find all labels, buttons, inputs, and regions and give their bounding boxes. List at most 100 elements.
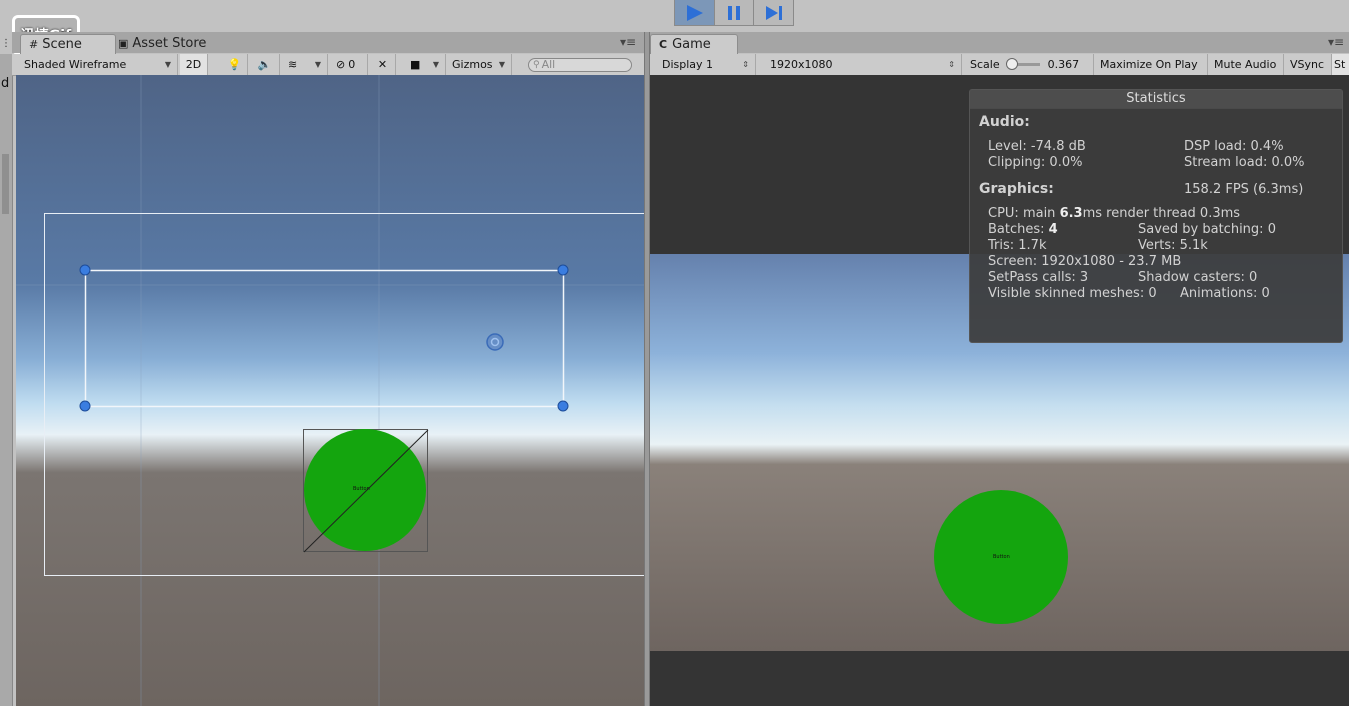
audio-clipping: Clipping: 0.0% (988, 155, 1083, 170)
eye-slash-icon: ⊘ (336, 58, 346, 71)
batches-line: Batches: 4 (988, 222, 1058, 237)
maximize-on-play-toggle[interactable]: Maximize On Play (1094, 54, 1208, 75)
play-button[interactable] (675, 0, 715, 25)
pacman-icon: C (659, 38, 668, 51)
mute-label: Mute Audio (1214, 58, 1277, 71)
cpu-main-value: 6.3 (1059, 206, 1083, 221)
game-tab-bar: C Game ▾≡ (650, 32, 1349, 54)
resolution-dropdown[interactable]: 1920x1080 ⇕ (764, 54, 962, 75)
hidden-objects-toggle[interactable]: ⊘ 0 (330, 54, 368, 75)
effects-dropdown[interactable]: ≋ ▼ (282, 54, 328, 75)
chevron-down-icon: ▼ (314, 60, 321, 69)
shading-mode-dropdown[interactable]: Shaded Wireframe ▼ (18, 54, 178, 75)
verts-count: Verts: 5.1k (1138, 238, 1208, 253)
gizmos-dropdown[interactable]: Gizmos ▼ (446, 54, 512, 75)
lightbulb-icon: 💡 (227, 58, 242, 71)
audio-header: Audio: (979, 114, 1030, 130)
pause-icon (728, 5, 740, 20)
hidden-count: 0 (348, 58, 356, 71)
stats-toggle[interactable]: St (1332, 54, 1349, 75)
store-icon: ▣ (118, 37, 129, 50)
camera-icon: ■ (410, 58, 421, 71)
scene-view[interactable]: Button (16, 75, 644, 706)
scene-tab-bar: # Scene ▣ Asset Store ▾≡ (12, 32, 644, 54)
strip-label: d (1, 76, 10, 91)
cpu-suffix: ms render thread 0.3ms (1082, 206, 1241, 221)
animations-count: Animations: 0 (1180, 286, 1270, 301)
updown-icon: ⇕ (948, 60, 955, 69)
maximize-label: Maximize On Play (1100, 58, 1198, 71)
tab-game[interactable]: C Game (650, 34, 738, 54)
search-field[interactable]: ⚲ All (522, 54, 638, 75)
lighting-toggle[interactable]: 💡 (222, 54, 248, 75)
stream-load: Stream load: 0.0% (1184, 155, 1305, 170)
updown-icon: ⇕ (742, 60, 749, 69)
scale-slider[interactable] (1005, 58, 1040, 70)
game-button-text: Button (993, 554, 1010, 560)
2d-label: 2D (185, 58, 202, 71)
chevron-down-icon: ▼ (432, 60, 439, 69)
rect-handle-bottom-left[interactable] (79, 400, 91, 412)
scene-gizmos (16, 75, 644, 706)
strip-menu-label: ⋮ (1, 38, 11, 49)
pivot-icon[interactable] (486, 333, 504, 351)
shadow-casters: Shadow casters: 0 (1138, 270, 1258, 285)
audio-level: Level: -74.8 dB (988, 139, 1086, 154)
scene-pane-menu-icon[interactable]: ▾≡ (620, 35, 636, 49)
batches-prefix: Batches: (988, 222, 1049, 237)
tools-icon: ✕ (377, 58, 388, 71)
tab-scene[interactable]: # Scene (20, 34, 116, 54)
tab-asset-store[interactable]: ▣ Asset Store (110, 34, 214, 53)
layers-icon: ≋ (288, 58, 298, 71)
rect-handle-top-right[interactable] (557, 264, 569, 276)
2d-toggle[interactable]: 2D (180, 54, 208, 75)
display-dropdown[interactable]: Display 1 ⇕ (656, 54, 756, 75)
grid-icon: # (29, 38, 39, 51)
camera-dropdown[interactable]: ■ ▼ (404, 54, 446, 75)
fps-value: 158.2 FPS (6.3ms) (1184, 182, 1304, 197)
setpass-calls: SetPass calls: 3 (988, 270, 1089, 285)
cpu-prefix: CPU: main (988, 206, 1060, 221)
resolution-label: 1920x1080 (770, 58, 833, 71)
pause-button[interactable] (715, 0, 755, 25)
chevron-down-icon: ▼ (498, 60, 505, 69)
speaker-icon: 🔈 (257, 58, 272, 71)
statistics-panel: Statistics Audio: Level: -74.8 dB DSP lo… (969, 89, 1343, 343)
vsync-toggle[interactable]: VSync (1284, 54, 1332, 75)
dsp-load: DSP load: 0.4% (1184, 139, 1284, 154)
tab-game-label: Game (672, 37, 711, 52)
rect-handle-bottom-right[interactable] (557, 400, 569, 412)
screen-info: Screen: 1920x1080 - 23.7 MB (988, 254, 1182, 269)
batches-value: 4 (1048, 222, 1058, 237)
graphics-header: Graphics: (979, 181, 1054, 197)
search-input[interactable]: All (542, 58, 556, 71)
left-panel-strip[interactable]: ⋮ d (0, 38, 13, 706)
step-icon (765, 5, 782, 20)
saved-by-batching: Saved by batching: 0 (1138, 222, 1276, 237)
scale-label: Scale (970, 58, 1000, 71)
skinned-meshes: Visible skinned meshes: 0 (988, 286, 1157, 301)
display-label: Display 1 (662, 58, 714, 71)
gizmos-label: Gizmos (452, 58, 493, 71)
scene-button-text: Button (353, 486, 370, 492)
search-icon: ⚲ (533, 59, 540, 70)
tools-toggle[interactable]: ✕ (370, 54, 396, 75)
step-button[interactable] (754, 0, 793, 25)
game-toolbar: Display 1 ⇕ 1920x1080 ⇕ Scale 0.367 Maximi… (650, 54, 1349, 76)
tab-scene-label: Scene (42, 37, 82, 52)
statistics-title: Statistics (970, 90, 1342, 109)
game-pane-menu-icon[interactable]: ▾≡ (1328, 35, 1344, 49)
scale-value: 0.367 (1047, 58, 1080, 71)
mute-audio-toggle[interactable]: Mute Audio (1208, 54, 1284, 75)
scene-toolbar: Shaded Wireframe ▼ 2D 💡 🔈 ≋ ▼ ⊘ 0 ✕ ■ ▼ Gizm… (12, 54, 644, 76)
scale-slider-knob[interactable] (1005, 58, 1018, 70)
scale-control: Scale 0.367 (964, 54, 1094, 75)
audio-toggle[interactable]: 🔈 (250, 54, 280, 75)
strip-scrollbar[interactable] (2, 154, 9, 214)
rect-handle-top-left[interactable] (79, 264, 91, 276)
tris-count: Tris: 1.7k (988, 238, 1047, 253)
shading-mode-label: Shaded Wireframe (24, 58, 127, 71)
play-icon (687, 4, 704, 21)
stats-label: St (1334, 58, 1346, 71)
tab-asset-store-label: Asset Store (132, 36, 207, 51)
